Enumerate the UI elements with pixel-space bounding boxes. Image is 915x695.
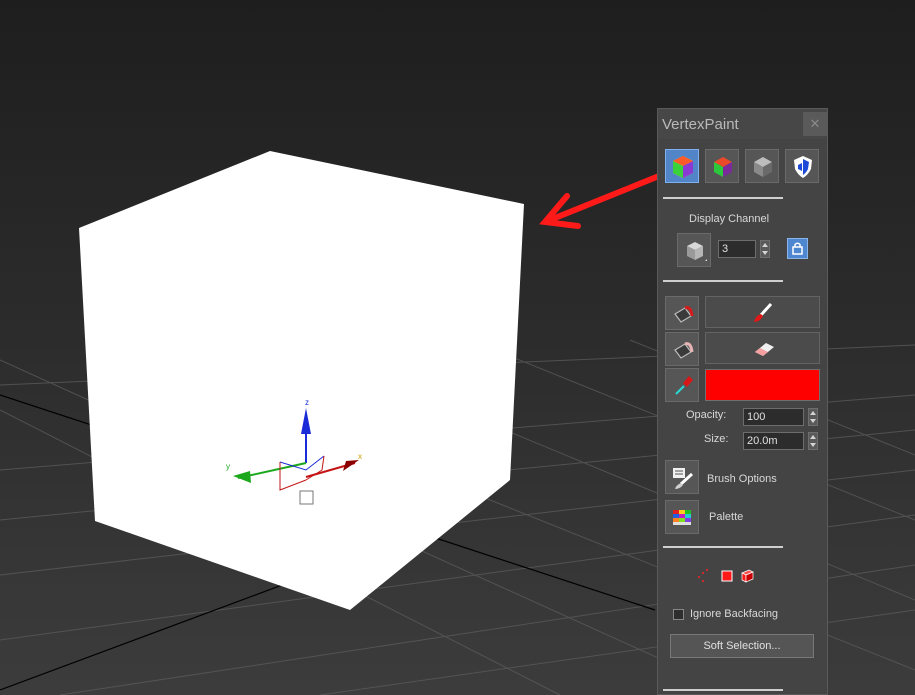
brush-options-icon bbox=[673, 468, 694, 489]
eraser-icon bbox=[755, 343, 774, 356]
separator bbox=[663, 280, 783, 282]
palette-label[interactable]: Palette bbox=[709, 511, 743, 523]
paint-button[interactable] bbox=[705, 296, 820, 328]
brush-options-label[interactable]: Brush Options bbox=[707, 473, 777, 485]
eyedropper-icon bbox=[675, 376, 693, 395]
vertex-color-cube-icon bbox=[673, 156, 693, 178]
ignore-backfacing-label[interactable]: Ignore Backfacing bbox=[690, 608, 778, 620]
paint-mode-button[interactable] bbox=[665, 296, 699, 330]
pick-color-button[interactable] bbox=[665, 368, 699, 402]
brush-options-button[interactable] bbox=[665, 460, 699, 494]
size-input[interactable]: 20.0m bbox=[743, 432, 804, 450]
separator bbox=[663, 546, 783, 548]
separator bbox=[663, 689, 783, 691]
gizmo-z-label: z bbox=[305, 398, 309, 407]
vertex-color-mode-button[interactable] bbox=[665, 149, 699, 183]
shield-icon bbox=[794, 156, 812, 178]
vertexpaint-panel: VertexPaint ✕ Display Channel 3 Opacity:… bbox=[657, 108, 828, 695]
size-spinner[interactable] bbox=[808, 432, 818, 450]
palette-icon bbox=[673, 510, 691, 525]
opacity-input[interactable]: 100 bbox=[743, 408, 804, 426]
element-select-icon bbox=[741, 569, 754, 583]
gizmo-x-label: x bbox=[358, 452, 362, 461]
display-channel-spinner[interactable] bbox=[760, 240, 770, 258]
paint-color-swatch[interactable] bbox=[705, 369, 820, 401]
display-channel-button[interactable] bbox=[677, 233, 711, 267]
ignore-backfacing-checkbox[interactable] bbox=[673, 609, 684, 620]
palette-button[interactable] bbox=[665, 500, 699, 534]
erase-bucket-icon bbox=[674, 342, 694, 359]
panel-titlebar[interactable]: VertexPaint ✕ bbox=[658, 109, 827, 139]
opacity-label: Opacity: bbox=[686, 409, 727, 421]
paintbrush-icon bbox=[754, 302, 773, 322]
size-label: Size: bbox=[704, 433, 729, 445]
selection-mode-group bbox=[698, 569, 754, 583]
rgb-cube-icon bbox=[714, 157, 732, 177]
panel-title: VertexPaint bbox=[662, 116, 739, 133]
erase-button[interactable] bbox=[705, 332, 820, 364]
gizmo-y-label: y bbox=[226, 462, 230, 471]
face-select-icon bbox=[721, 570, 733, 582]
paint-bucket-icon bbox=[674, 306, 694, 323]
rgb-cube-button[interactable] bbox=[705, 149, 739, 183]
opacity-spinner[interactable] bbox=[808, 408, 818, 426]
separator bbox=[663, 197, 783, 199]
vertex-select-icon bbox=[698, 569, 708, 582]
display-channel-label: Display Channel bbox=[689, 213, 770, 225]
shield-button[interactable] bbox=[785, 149, 819, 183]
close-button[interactable]: ✕ bbox=[803, 112, 827, 136]
display-channel-input[interactable]: 3 bbox=[718, 240, 756, 258]
lock-icon bbox=[792, 242, 803, 255]
pivot-marker bbox=[299, 490, 314, 505]
soft-selection-button[interactable]: Soft Selection... bbox=[670, 634, 814, 658]
cube bbox=[79, 151, 524, 610]
gray-cube-icon bbox=[754, 157, 772, 177]
erase-mode-button[interactable] bbox=[665, 332, 699, 366]
channel-cube-icon bbox=[687, 242, 707, 261]
annotation-arrow bbox=[539, 171, 667, 229]
lock-button[interactable] bbox=[787, 238, 808, 259]
gray-cube-button[interactable] bbox=[745, 149, 779, 183]
